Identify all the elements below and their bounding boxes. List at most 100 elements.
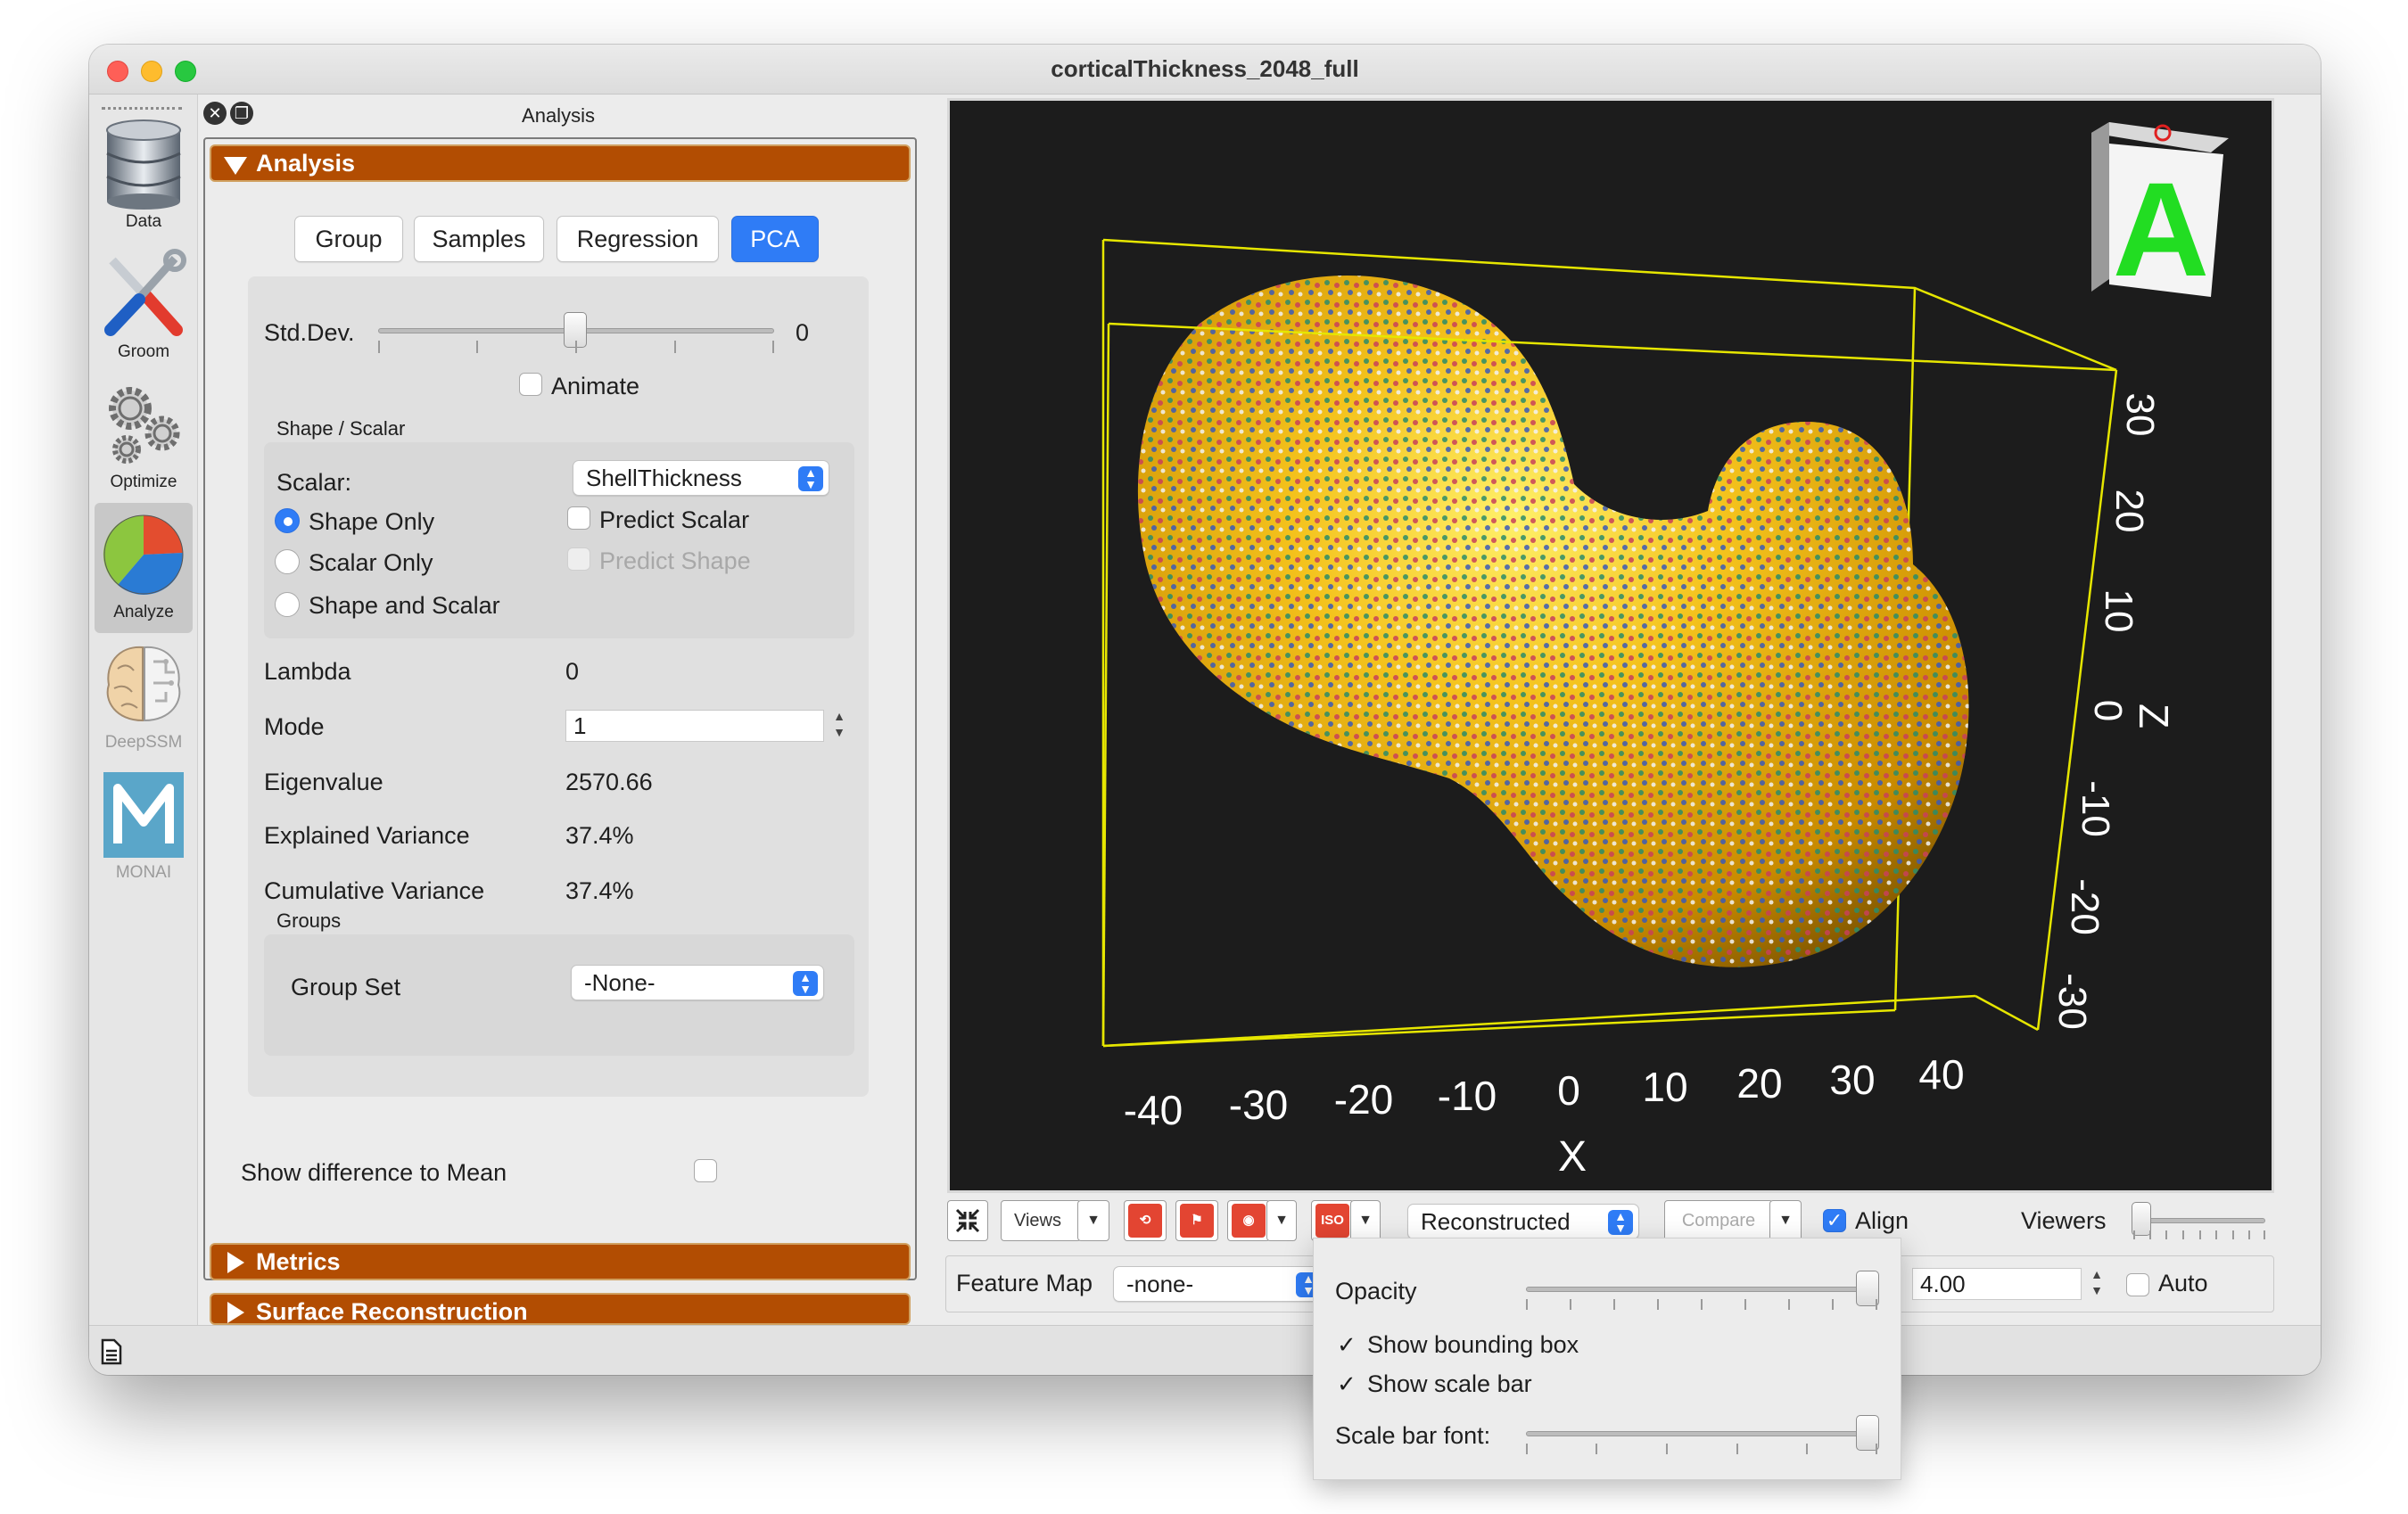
display-mode-select[interactable]: Reconstructed ▲ ▼ — [1407, 1204, 1639, 1239]
shape-surface[interactable] — [1137, 276, 1969, 967]
show-scale-check-icon[interactable]: ✓ — [1337, 1370, 1357, 1398]
scale-font-slider-ticks — [1526, 1444, 1877, 1454]
toolbar-data-button[interactable]: Data — [95, 112, 193, 243]
views-dropdown-arrow[interactable]: ▼ — [1077, 1200, 1109, 1241]
section-metrics-header[interactable]: Metrics — [210, 1243, 911, 1280]
scale-font-slider-track[interactable] — [1526, 1431, 1877, 1436]
x-axis-ticks: -40 -30 -20 -10 0 10 20 30 40 — [1124, 1051, 1965, 1133]
orientation-letter: A — [2113, 154, 2209, 304]
explained-variance-value: 37.4% — [565, 822, 634, 849]
sync-icon: ⟲ — [1128, 1204, 1162, 1238]
toolbar-deepssm-button[interactable]: DeepSSM — [95, 633, 193, 763]
toolbar-groom-button[interactable]: Groom — [95, 243, 193, 373]
groups-title: Groups — [276, 909, 342, 932]
compare-button[interactable]: Compare — [1664, 1200, 1773, 1241]
show-bbox-label[interactable]: Show bounding box — [1367, 1331, 1579, 1359]
toolbar-deepssm-label: DeepSSM — [104, 733, 183, 752]
log-document-icon[interactable] — [100, 1338, 123, 1365]
shape-only-radio[interactable] — [275, 508, 300, 533]
database-icon — [106, 119, 181, 210]
sync-view-button[interactable]: ⟲ — [1124, 1200, 1167, 1241]
section-analysis-header[interactable]: Analysis — [210, 144, 911, 182]
scalar-select-value: ShellThickness — [586, 465, 742, 491]
show-scale-label[interactable]: Show scale bar — [1367, 1370, 1532, 1398]
cumulative-variance-label: Cumulative Variance — [264, 877, 485, 904]
predict-scalar-checkbox[interactable] — [567, 506, 590, 530]
visibility-button[interactable]: ◉ — [1227, 1200, 1270, 1241]
iso-surface-button[interactable]: ISO — [1311, 1200, 1354, 1241]
align-checkbox[interactable]: ✓ — [1823, 1209, 1846, 1232]
tab-samples[interactable]: Samples — [414, 216, 544, 262]
compare-dropdown-arrow[interactable]: ▼ — [1769, 1200, 1802, 1241]
updown-arrow-icon: ▲ ▼ — [1608, 1210, 1633, 1235]
toolbar-optimize-button[interactable]: Optimize — [95, 373, 193, 503]
iso-dropdown-arrow[interactable]: ▼ — [1350, 1200, 1381, 1241]
group-set-select[interactable]: -None- ▲ ▼ — [571, 965, 824, 1000]
collapse-arrow-icon — [224, 157, 247, 175]
mode-input[interactable]: 1 — [565, 710, 824, 742]
predict-shape-checkbox[interactable] — [567, 547, 590, 571]
window-title: corticalThickness_2048_full — [1051, 55, 1359, 82]
predict-scalar-label: Predict Scalar — [599, 506, 750, 533]
range-max-stepper[interactable]: ▲ ▼ — [2087, 1266, 2107, 1302]
x-tick-label: 30 — [1829, 1057, 1875, 1103]
scalar-only-radio[interactable] — [275, 549, 300, 574]
flag-icon: ⚑ — [1180, 1204, 1214, 1238]
shape-only-label: Shape Only — [309, 508, 435, 535]
opacity-slider-track[interactable] — [1526, 1287, 1877, 1292]
updown-arrow-icon: ▲ ▼ — [793, 971, 818, 996]
monai-icon — [103, 772, 184, 858]
x-tick-label: -30 — [1229, 1082, 1288, 1128]
feature-map-label: Feature Map — [956, 1270, 1093, 1296]
viewers-slider-track[interactable] — [2133, 1218, 2265, 1223]
section-surface-header[interactable]: Surface Reconstruction — [210, 1293, 911, 1325]
shape-and-scalar-radio[interactable] — [275, 592, 300, 617]
toolbar-analyze-button[interactable]: Analyze — [95, 503, 193, 633]
tab-pca[interactable]: PCA — [731, 216, 819, 262]
viewers-slider-ticks — [2133, 1230, 2265, 1239]
feature-map-select[interactable]: -none- ▲ ▼ — [1113, 1266, 1327, 1302]
lambda-value: 0 — [565, 658, 580, 685]
std-dev-slider-ticks — [378, 341, 774, 353]
opacity-slider-ticks — [1526, 1299, 1877, 1310]
viewer-canvas[interactable]: A -40 -30 -20 -10 0 10 20 30 40 X 30 20 … — [950, 101, 2272, 1190]
fit-view-button[interactable] — [947, 1200, 988, 1241]
mode-stepper[interactable]: ▲ ▼ — [829, 708, 849, 744]
visibility-dropdown-arrow[interactable]: ▼ — [1266, 1200, 1297, 1241]
z-axis-label: Z — [2131, 704, 2177, 728]
show-difference-checkbox[interactable] — [694, 1159, 717, 1182]
view-options-popup: Opacity ✓ Show bounding box ✓ Show scale… — [1313, 1238, 1901, 1480]
eigenvalue-label: Eigenvalue — [264, 769, 383, 795]
show-bbox-check-icon[interactable]: ✓ — [1337, 1331, 1357, 1359]
tab-group[interactable]: Group — [294, 216, 403, 262]
auto-range-checkbox[interactable] — [2126, 1273, 2149, 1296]
expand-arrow-icon — [227, 1302, 244, 1323]
z-tick-label: -10 — [2074, 780, 2117, 837]
scale-font-label: Scale bar font: — [1335, 1422, 1491, 1449]
toolbar-grip[interactable] — [102, 107, 182, 111]
toolbar-monai-label: MONAI — [115, 863, 172, 882]
auto-range-label: Auto — [2158, 1270, 2208, 1296]
viewers-label: Viewers — [2021, 1207, 2107, 1234]
toolbar-monai-button[interactable]: MONAI — [95, 763, 193, 893]
animate-label: Animate — [551, 373, 640, 399]
updown-arrow-icon: ▲ ▼ — [798, 466, 823, 491]
glyph-toggle-button[interactable]: ⚑ — [1175, 1200, 1218, 1241]
x-tick-label: 40 — [1918, 1051, 1964, 1098]
range-max-input[interactable]: 4.00 — [1912, 1268, 2082, 1300]
status-bar — [89, 1325, 2321, 1375]
lambda-label: Lambda — [264, 658, 351, 685]
expand-arrow-icon — [227, 1252, 244, 1273]
orientation-cube[interactable]: A — [2091, 122, 2229, 304]
z-tick-label: 10 — [2097, 589, 2140, 633]
tools-icon — [104, 249, 186, 336]
z-tick-label: 30 — [2118, 393, 2162, 437]
z-tick-label: -30 — [2050, 973, 2094, 1030]
pie-chart-icon — [103, 514, 184, 595]
views-button[interactable]: Views — [1001, 1200, 1081, 1241]
tab-regression[interactable]: Regression — [557, 216, 719, 262]
scalar-select[interactable]: ShellThickness ▲ ▼ — [573, 460, 829, 496]
animate-checkbox[interactable] — [519, 373, 542, 396]
3d-viewer[interactable]: A -40 -30 -20 -10 0 10 20 30 40 X 30 20 … — [947, 98, 2274, 1193]
std-dev-label: Std.Dev. — [264, 319, 355, 346]
